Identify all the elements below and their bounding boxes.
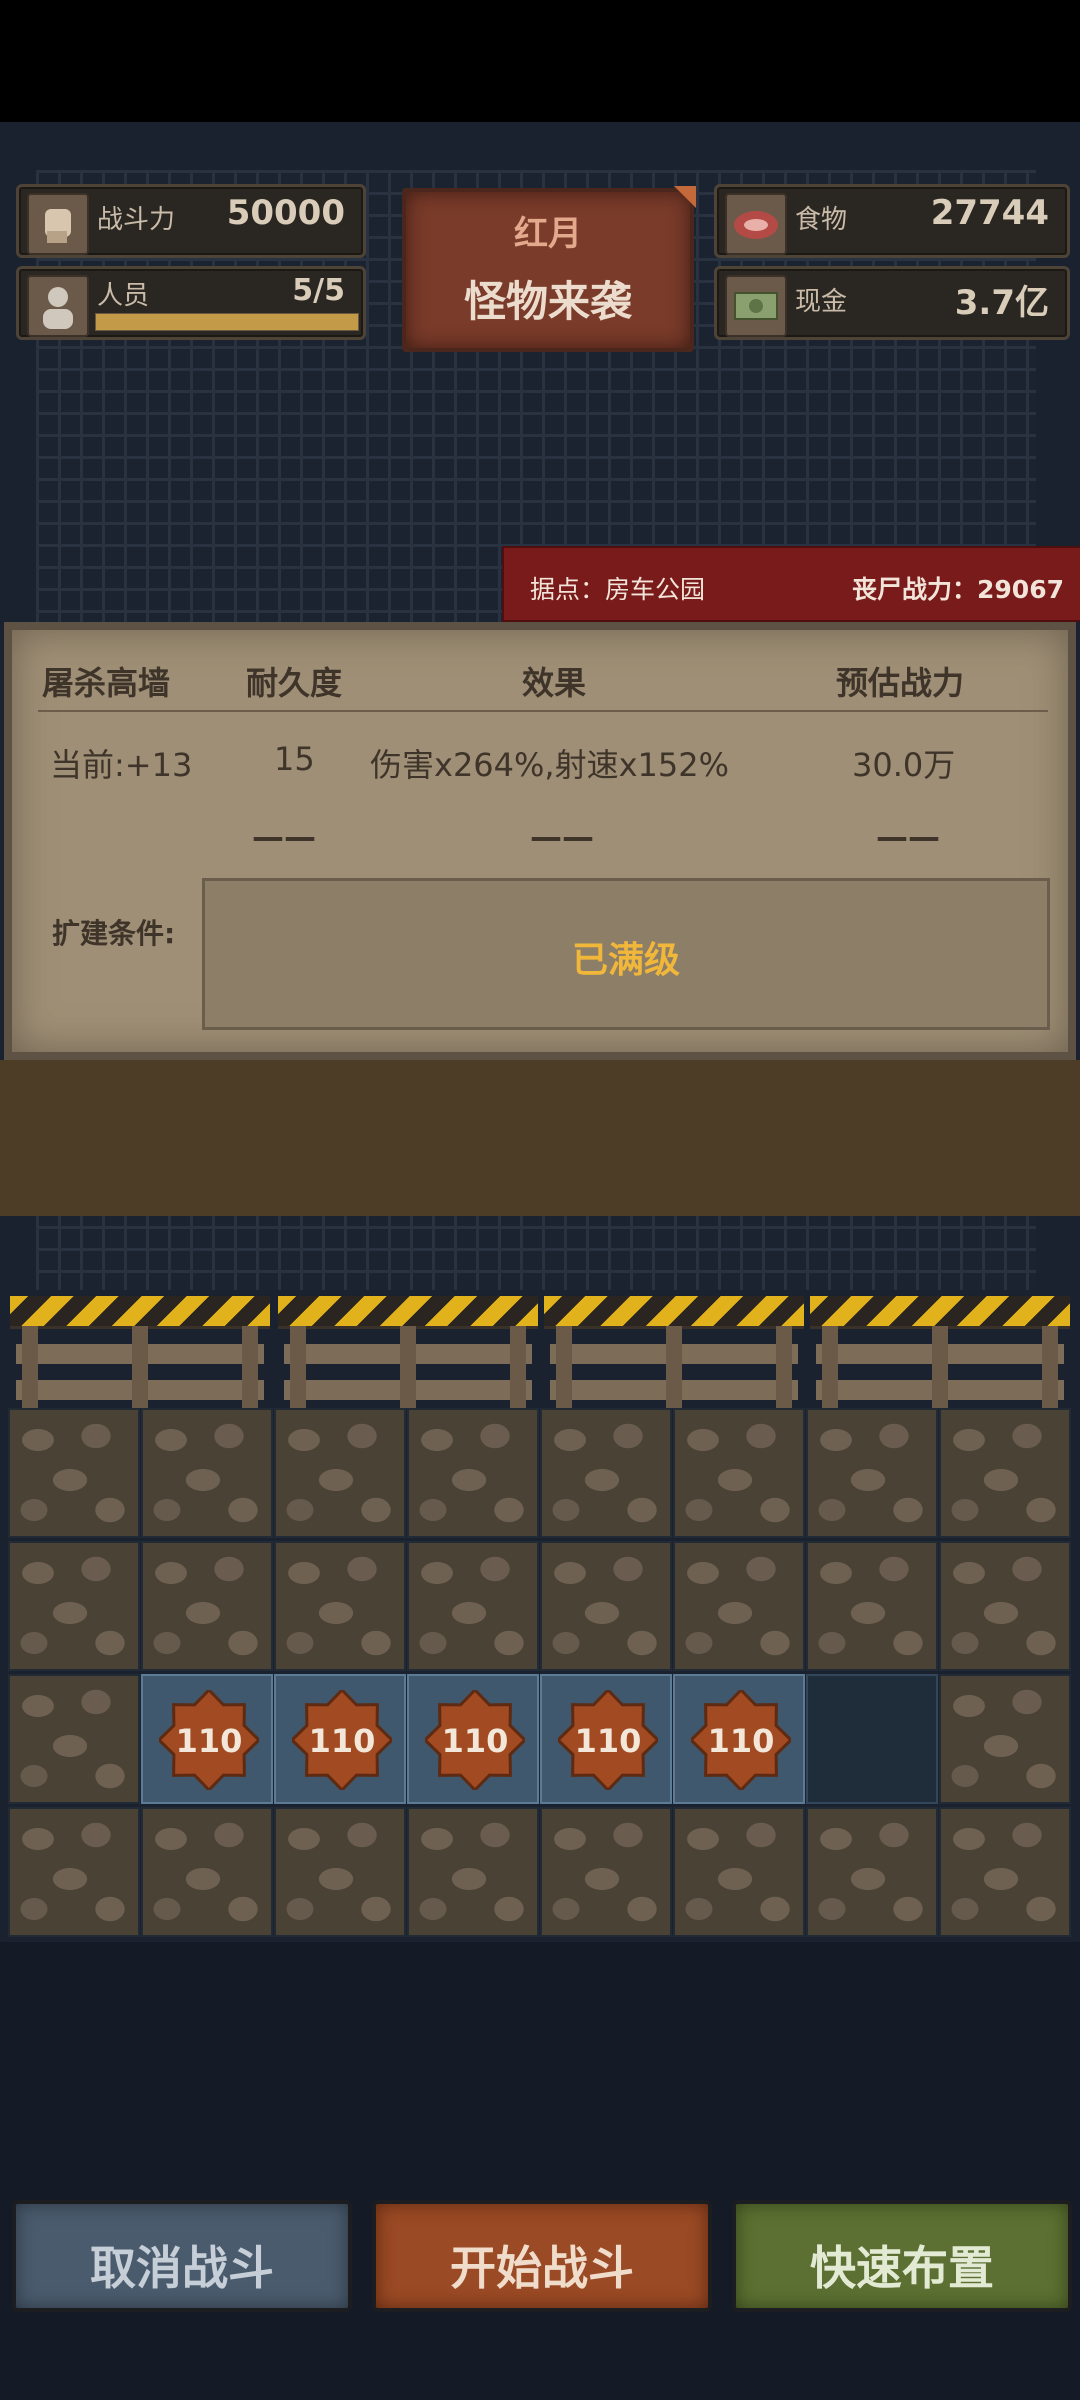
next-effect: ——	[530, 818, 594, 856]
event-title: 红月	[514, 214, 582, 254]
combat-power-label: 战斗力	[97, 205, 176, 235]
unit-level: 110	[308, 1722, 376, 1760]
cash-value: 3.7亿	[954, 283, 1049, 323]
stronghold-banner: 据点：房车公园 丧尸战力：29067	[502, 546, 1080, 622]
stone-tile	[806, 1541, 938, 1671]
personnel-value: 5/5	[292, 273, 345, 308]
unit-level: 110	[707, 1722, 775, 1760]
unit-slot[interactable]: 110	[274, 1674, 406, 1804]
unit-badge: 110	[422, 1687, 528, 1793]
header-durability: 耐久度	[246, 664, 343, 702]
stone-tile	[141, 1807, 273, 1937]
stone-tile	[8, 1674, 140, 1804]
unit-level: 110	[574, 1722, 642, 1760]
personnel-progress-bar	[95, 313, 359, 331]
meat-icon	[725, 193, 787, 255]
stone-tile	[407, 1408, 539, 1538]
fist-icon	[27, 193, 89, 255]
stone-tile	[806, 1408, 938, 1538]
stone-tile	[540, 1807, 672, 1937]
stone-tile	[8, 1541, 140, 1671]
stone-tile	[8, 1408, 140, 1538]
current-effect: 伤害x264%,射速x152%	[370, 746, 730, 784]
current-level: 当前:+13	[50, 746, 193, 784]
cancel-battle-label: 取消战斗	[90, 2241, 274, 2295]
stone-tile	[939, 1408, 1071, 1538]
person-icon	[27, 275, 89, 337]
cash-label: 现金	[795, 287, 848, 317]
start-battle-label: 开始战斗	[450, 2241, 634, 2295]
barricade	[10, 1296, 270, 1408]
next-durability: ——	[252, 818, 316, 856]
unit-badge: 110	[289, 1687, 395, 1793]
food-label: 食物	[795, 205, 848, 235]
cash-box: 现金 3.7亿	[714, 266, 1070, 340]
cancel-battle-button[interactable]: 取消战斗	[12, 2200, 352, 2312]
unit-slot[interactable]: 110	[141, 1674, 273, 1804]
stone-tile	[939, 1674, 1071, 1804]
stone-tile	[141, 1408, 273, 1538]
stone-tile	[540, 1541, 672, 1671]
header-effect: 效果	[522, 664, 587, 702]
unit-level: 110	[441, 1722, 509, 1760]
header-estimated-power: 预估战力	[836, 664, 965, 702]
stone-tile	[939, 1807, 1071, 1937]
combat-power-value: 50000	[226, 193, 345, 233]
quick-deploy-label: 快速布置	[810, 2241, 994, 2295]
food-box: 食物 27744	[714, 184, 1070, 258]
stone-tile	[141, 1541, 273, 1671]
stone-tile	[939, 1541, 1071, 1671]
corner-flag-icon	[674, 186, 696, 208]
current-power: 30.0万	[852, 746, 956, 784]
stronghold-location: 据点：房车公园	[530, 575, 706, 604]
stone-tile	[673, 1807, 805, 1937]
stone-tile	[540, 1408, 672, 1538]
unit-level: 110	[175, 1722, 243, 1760]
combat-power-box: 战斗力 50000	[16, 184, 366, 258]
status-bar	[0, 0, 1080, 122]
wall-info-panel: 屠杀高墙 耐久度 效果 预估战力 当前:+13 15 伤害x264%,射速x15…	[4, 622, 1076, 1060]
zombie-power: 丧尸战力：29067	[852, 575, 1064, 604]
header-divider	[38, 710, 1048, 712]
barricade	[544, 1296, 804, 1408]
stone-tile	[274, 1408, 406, 1538]
event-banner[interactable]: 红月 怪物来袭	[402, 186, 696, 352]
panel-footer-strip	[0, 1060, 1080, 1216]
unit-badge: 110	[688, 1687, 794, 1793]
stone-tile	[274, 1807, 406, 1937]
stone-tile	[673, 1408, 805, 1538]
stone-tile	[8, 1807, 140, 1937]
stone-tile	[407, 1541, 539, 1671]
barricade	[810, 1296, 1070, 1408]
unit-slot[interactable]: 110	[540, 1674, 672, 1804]
max-level-box: 已满级	[202, 878, 1050, 1030]
barricade	[278, 1296, 538, 1408]
stone-tile	[806, 1807, 938, 1937]
cash-icon	[725, 275, 787, 337]
unit-slot[interactable]: 110	[407, 1674, 539, 1804]
food-value: 27744	[930, 193, 1049, 233]
stone-tile	[673, 1541, 805, 1671]
next-power: ——	[876, 818, 940, 856]
event-subtitle: 怪物来袭	[463, 277, 632, 326]
deployment-grid: 110 110 110 110 110	[8, 1408, 1072, 1940]
header-wall-name: 屠杀高墙	[42, 664, 171, 702]
stone-tile	[407, 1807, 539, 1937]
empty-slot[interactable]	[806, 1674, 938, 1804]
start-battle-button[interactable]: 开始战斗	[372, 2200, 712, 2312]
quick-deploy-button[interactable]: 快速布置	[732, 2200, 1072, 2312]
personnel-label: 人员	[97, 281, 150, 311]
stone-tile	[274, 1541, 406, 1671]
unit-slot[interactable]: 110	[673, 1674, 805, 1804]
unit-badge: 110	[156, 1687, 262, 1793]
unit-badge: 110	[555, 1687, 661, 1793]
expand-condition-label: 扩建条件:	[52, 917, 176, 950]
max-level-text: 已满级	[571, 940, 680, 981]
personnel-progress-fill	[96, 314, 358, 330]
current-durability: 15	[274, 740, 315, 778]
personnel-box: 人员 5/5	[16, 266, 366, 340]
